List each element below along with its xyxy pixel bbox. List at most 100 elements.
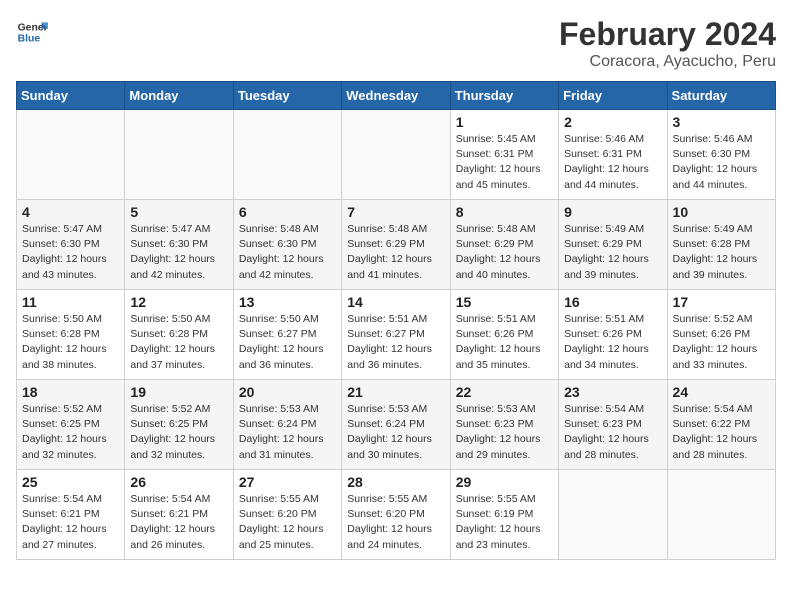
calendar-week-row: 11 Sunrise: 5:50 AM Sunset: 6:28 PM Dayli… <box>17 290 776 380</box>
day-info: Sunrise: 5:55 AM Sunset: 6:20 PM Dayligh… <box>347 492 444 553</box>
day-number: 22 <box>456 384 553 400</box>
day-number: 27 <box>239 474 336 490</box>
day-info: Sunrise: 5:51 AM Sunset: 6:26 PM Dayligh… <box>456 312 553 373</box>
day-info: Sunrise: 5:53 AM Sunset: 6:24 PM Dayligh… <box>239 402 336 463</box>
day-info: Sunrise: 5:48 AM Sunset: 6:30 PM Dayligh… <box>239 222 336 283</box>
calendar-cell: 8 Sunrise: 5:48 AM Sunset: 6:29 PM Daylig… <box>450 200 558 290</box>
day-info: Sunrise: 5:50 AM Sunset: 6:28 PM Dayligh… <box>130 312 227 373</box>
calendar-week-row: 25 Sunrise: 5:54 AM Sunset: 6:21 PM Dayli… <box>17 470 776 560</box>
day-info: Sunrise: 5:53 AM Sunset: 6:23 PM Dayligh… <box>456 402 553 463</box>
calendar-cell: 29Sunrise: 5:55 AM Sunset: 6:19 PM Dayli… <box>450 470 558 560</box>
day-number: 7 <box>347 204 444 220</box>
day-number: 6 <box>239 204 336 220</box>
day-info: Sunrise: 5:47 AM Sunset: 6:30 PM Dayligh… <box>130 222 227 283</box>
day-number: 13 <box>239 294 336 310</box>
day-info: Sunrise: 5:54 AM Sunset: 6:23 PM Dayligh… <box>564 402 661 463</box>
calendar-cell: 25 Sunrise: 5:54 AM Sunset: 6:21 PM Dayli… <box>17 470 125 560</box>
day-info: Sunrise: 5:49 AM Sunset: 6:29 PM Dayligh… <box>564 222 661 283</box>
calendar-cell: 1 Sunrise: 5:45 AM Sunset: 6:31 PM Daylig… <box>450 110 558 200</box>
calendar-cell <box>125 110 233 200</box>
weekday-header-monday: Monday <box>125 82 233 110</box>
day-info: Sunrise: 5:53 AM Sunset: 6:24 PM Dayligh… <box>347 402 444 463</box>
calendar-week-row: 4 Sunrise: 5:47 AM Sunset: 6:30 PM Daylig… <box>17 200 776 290</box>
calendar-cell <box>667 470 775 560</box>
calendar-cell: 18 Sunrise: 5:52 AM Sunset: 6:25 PM Dayli… <box>17 380 125 470</box>
calendar-cell: 2 Sunrise: 5:46 AM Sunset: 6:31 PM Daylig… <box>559 110 667 200</box>
weekday-header-row: SundayMondayTuesdayWednesdayThursdayFrid… <box>17 82 776 110</box>
day-info: Sunrise: 5:49 AM Sunset: 6:28 PM Dayligh… <box>673 222 770 283</box>
day-info: Sunrise: 5:54 AM Sunset: 6:21 PM Dayligh… <box>130 492 227 553</box>
logo-icon: General Blue <box>16 16 48 48</box>
day-number: 1 <box>456 114 553 130</box>
calendar-cell: 27 Sunrise: 5:55 AM Sunset: 6:20 PM Dayli… <box>233 470 341 560</box>
day-info: Sunrise: 5:46 AM Sunset: 6:31 PM Dayligh… <box>564 132 661 193</box>
day-number: 4 <box>22 204 119 220</box>
calendar-cell: 16 Sunrise: 5:51 AM Sunset: 6:26 PM Dayli… <box>559 290 667 380</box>
calendar-cell: 10Sunrise: 5:49 AM Sunset: 6:28 PM Dayli… <box>667 200 775 290</box>
calendar-cell <box>342 110 450 200</box>
calendar-cell: 17 Sunrise: 5:52 AM Sunset: 6:26 PM Dayli… <box>667 290 775 380</box>
day-number: 16 <box>564 294 661 310</box>
svg-text:Blue: Blue <box>18 34 41 45</box>
calendar-cell: 23Sunrise: 5:54 AM Sunset: 6:23 PM Dayli… <box>559 380 667 470</box>
calendar-week-row: 18 Sunrise: 5:52 AM Sunset: 6:25 PM Dayli… <box>17 380 776 470</box>
day-info: Sunrise: 5:52 AM Sunset: 6:25 PM Dayligh… <box>130 402 227 463</box>
title-area: February 2024 Coracora, Ayacucho, Peru <box>559 16 776 71</box>
calendar-subtitle: Coracora, Ayacucho, Peru <box>559 53 776 71</box>
day-info: Sunrise: 5:50 AM Sunset: 6:27 PM Dayligh… <box>239 312 336 373</box>
calendar-table: SundayMondayTuesdayWednesdayThursdayFrid… <box>16 81 776 560</box>
calendar-cell <box>17 110 125 200</box>
calendar-cell: 28 Sunrise: 5:55 AM Sunset: 6:20 PM Dayli… <box>342 470 450 560</box>
day-number: 21 <box>347 384 444 400</box>
calendar-cell: 11Sunrise: 5:50 AM Sunset: 6:28 PM Dayli… <box>17 290 125 380</box>
day-info: Sunrise: 5:48 AM Sunset: 6:29 PM Dayligh… <box>347 222 444 283</box>
weekday-header-sunday: Sunday <box>17 82 125 110</box>
calendar-cell: 26Sunrise: 5:54 AM Sunset: 6:21 PM Dayli… <box>125 470 233 560</box>
day-info: Sunrise: 5:51 AM Sunset: 6:26 PM Dayligh… <box>564 312 661 373</box>
calendar-cell: 5 Sunrise: 5:47 AM Sunset: 6:30 PM Daylig… <box>125 200 233 290</box>
day-number: 28 <box>347 474 444 490</box>
day-info: Sunrise: 5:55 AM Sunset: 6:20 PM Dayligh… <box>239 492 336 553</box>
day-number: 3 <box>673 114 770 130</box>
calendar-cell: 13 Sunrise: 5:50 AM Sunset: 6:27 PM Dayli… <box>233 290 341 380</box>
day-number: 25 <box>22 474 119 490</box>
day-info: Sunrise: 5:45 AM Sunset: 6:31 PM Dayligh… <box>456 132 553 193</box>
day-number: 12 <box>130 294 227 310</box>
day-info: Sunrise: 5:46 AM Sunset: 6:30 PM Dayligh… <box>673 132 770 193</box>
day-number: 9 <box>564 204 661 220</box>
day-info: Sunrise: 5:52 AM Sunset: 6:25 PM Dayligh… <box>22 402 119 463</box>
day-number: 17 <box>673 294 770 310</box>
weekday-header-thursday: Thursday <box>450 82 558 110</box>
day-info: Sunrise: 5:52 AM Sunset: 6:26 PM Dayligh… <box>673 312 770 373</box>
logo: General Blue <box>16 16 48 48</box>
calendar-cell: 14 Sunrise: 5:51 AM Sunset: 6:27 PM Dayli… <box>342 290 450 380</box>
calendar-cell: 19 Sunrise: 5:52 AM Sunset: 6:25 PM Dayli… <box>125 380 233 470</box>
calendar-cell: 12 Sunrise: 5:50 AM Sunset: 6:28 PM Dayli… <box>125 290 233 380</box>
day-number: 2 <box>564 114 661 130</box>
calendar-cell: 24Sunrise: 5:54 AM Sunset: 6:22 PM Dayli… <box>667 380 775 470</box>
calendar-cell: 21 Sunrise: 5:53 AM Sunset: 6:24 PM Dayli… <box>342 380 450 470</box>
day-info: Sunrise: 5:47 AM Sunset: 6:30 PM Dayligh… <box>22 222 119 283</box>
calendar-week-row: 1 Sunrise: 5:45 AM Sunset: 6:31 PM Daylig… <box>17 110 776 200</box>
calendar-cell: 15 Sunrise: 5:51 AM Sunset: 6:26 PM Dayli… <box>450 290 558 380</box>
day-info: Sunrise: 5:55 AM Sunset: 6:19 PM Dayligh… <box>456 492 553 553</box>
weekday-header-saturday: Saturday <box>667 82 775 110</box>
day-number: 19 <box>130 384 227 400</box>
day-number: 11 <box>22 294 119 310</box>
calendar-cell: 22 Sunrise: 5:53 AM Sunset: 6:23 PM Dayli… <box>450 380 558 470</box>
day-number: 8 <box>456 204 553 220</box>
day-number: 18 <box>22 384 119 400</box>
day-info: Sunrise: 5:51 AM Sunset: 6:27 PM Dayligh… <box>347 312 444 373</box>
header: General Blue February 2024 Coracora, Aya… <box>16 16 776 71</box>
day-number: 5 <box>130 204 227 220</box>
calendar-cell: 9 Sunrise: 5:49 AM Sunset: 6:29 PM Daylig… <box>559 200 667 290</box>
day-number: 15 <box>456 294 553 310</box>
day-info: Sunrise: 5:48 AM Sunset: 6:29 PM Dayligh… <box>456 222 553 283</box>
calendar-cell <box>233 110 341 200</box>
day-number: 14 <box>347 294 444 310</box>
weekday-header-friday: Friday <box>559 82 667 110</box>
calendar-cell: 6 Sunrise: 5:48 AM Sunset: 6:30 PM Daylig… <box>233 200 341 290</box>
day-info: Sunrise: 5:54 AM Sunset: 6:21 PM Dayligh… <box>22 492 119 553</box>
calendar-title: February 2024 <box>559 16 776 53</box>
day-info: Sunrise: 5:54 AM Sunset: 6:22 PM Dayligh… <box>673 402 770 463</box>
